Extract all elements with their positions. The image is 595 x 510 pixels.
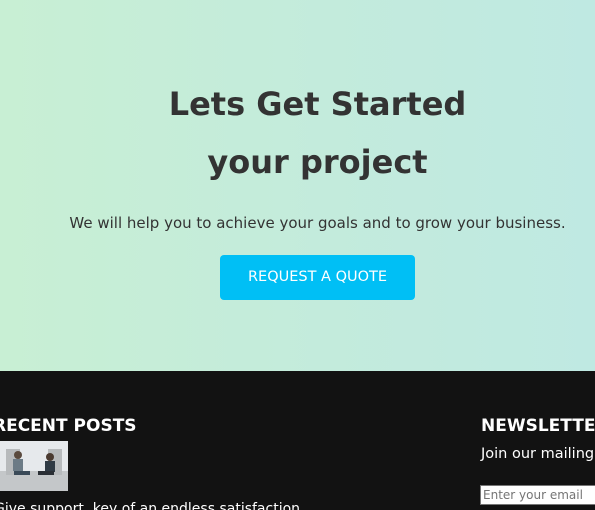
newsletter-text: Join our mailing list [481, 446, 595, 462]
hero-title-line2: your project [207, 143, 428, 181]
footer: RECENT POSTS Give support, key of an end… [0, 371, 595, 510]
post-thumbnail-photo-icon [0, 441, 68, 491]
recent-posts-heading: RECENT POSTS [0, 416, 137, 436]
newsletter-heading: NEWSLETTER [481, 416, 595, 436]
request-quote-button[interactable]: REQUEST A QUOTE [220, 255, 415, 300]
hero-subtitle: We will help you to achieve your goals a… [69, 214, 566, 232]
newsletter-email-input[interactable] [480, 485, 595, 505]
post-thumbnail-image[interactable] [0, 441, 68, 491]
recent-post-link[interactable]: Give support, key of an endless satisfac… [0, 499, 300, 510]
hero-title-line1: Lets Get Started [168, 85, 467, 123]
hero-section: Lets Get Started your project We will he… [0, 0, 595, 371]
